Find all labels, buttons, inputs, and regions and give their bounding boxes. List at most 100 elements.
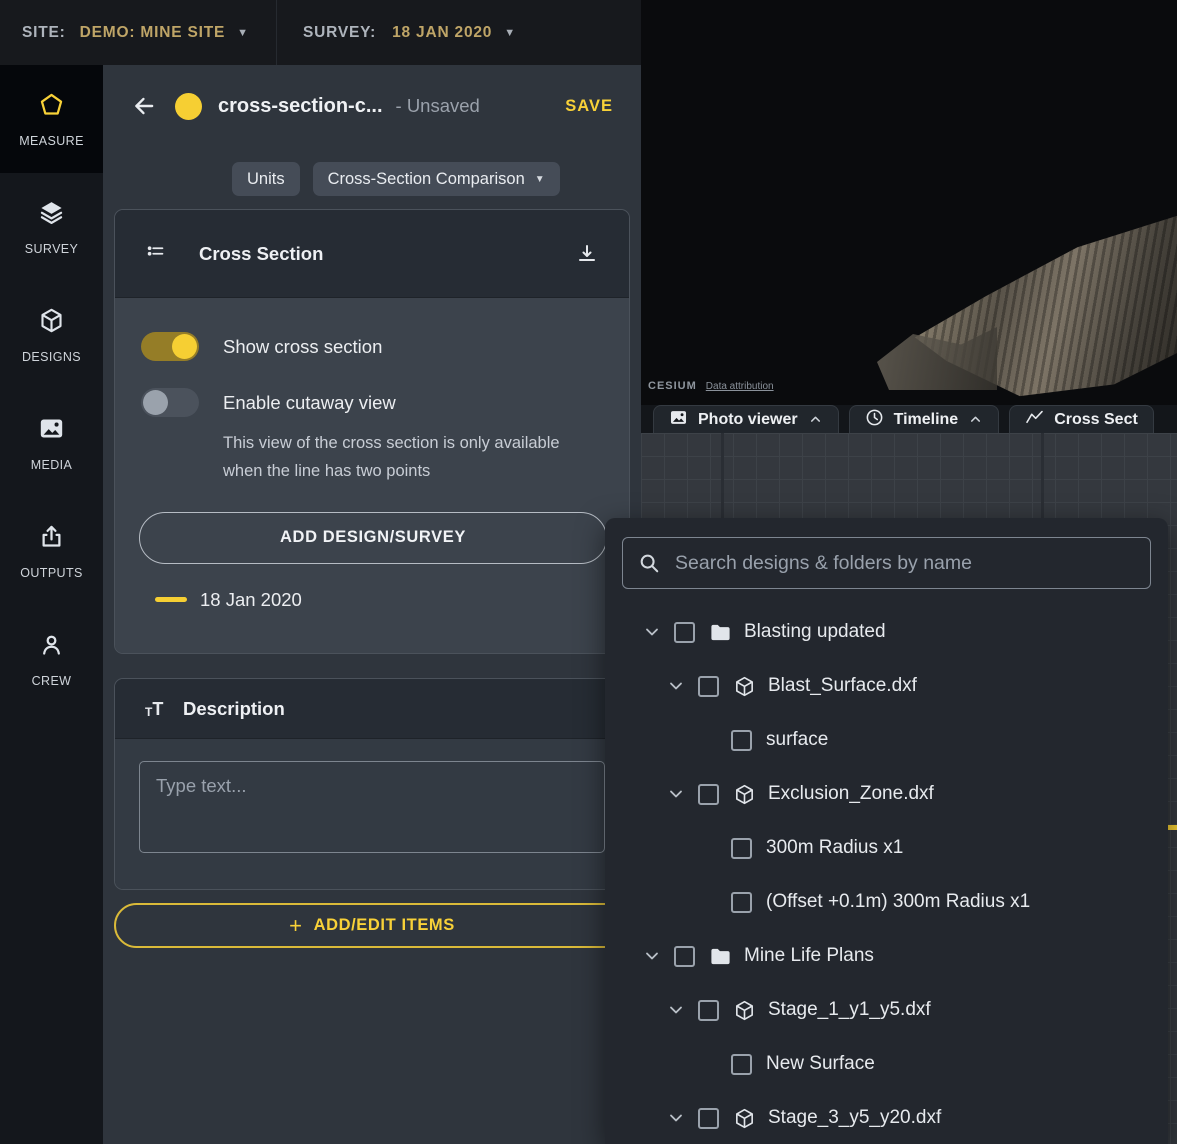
unsaved-status: - Unsaved <box>396 95 480 117</box>
sidebar-item-crew[interactable]: CREW <box>0 605 103 713</box>
search-input[interactable] <box>623 538 1150 588</box>
layers-icon <box>38 199 65 231</box>
survey-line-swatch <box>155 597 187 602</box>
data-attribution-link[interactable]: Data attribution <box>706 381 774 392</box>
measure-detail-panel: cross-section-c... - Unsaved SAVE Units … <box>103 65 641 1144</box>
sidebar-item-designs[interactable]: DESIGNS <box>0 281 103 389</box>
chevron-up-icon <box>968 412 983 427</box>
checkbox[interactable] <box>698 784 719 805</box>
checkbox[interactable] <box>698 1108 719 1129</box>
checkbox[interactable] <box>674 622 695 643</box>
units-row: Units Cross-Section Comparison ▼ <box>232 162 560 196</box>
chevron-down-icon[interactable] <box>665 676 687 696</box>
tree-item-label: Blasting updated <box>744 621 886 643</box>
add-design-survey-button[interactable]: ADD DESIGN/SURVEY <box>139 512 607 564</box>
checkbox[interactable] <box>731 892 752 913</box>
save-button[interactable]: SAVE <box>565 97 613 116</box>
sidebar-item-label: OUTPUTS <box>20 566 83 580</box>
chevron-down-icon: ▼ <box>535 174 545 185</box>
chevron-down-icon[interactable] <box>641 622 663 642</box>
comparison-dropdown-label: Cross-Section Comparison <box>328 170 525 189</box>
tab-cross-section[interactable]: Cross Sect <box>1009 405 1154 433</box>
card-title: Cross Section <box>199 243 323 265</box>
text-icon <box>145 700 171 718</box>
checkbox[interactable] <box>731 730 752 751</box>
dock-tab-bar: Photo viewer Timeline Cross Sect <box>641 405 1177 433</box>
tree-item-label: surface <box>766 729 828 751</box>
panel-header: cross-section-c... - Unsaved SAVE <box>103 83 641 129</box>
show-cross-section-toggle[interactable] <box>141 332 199 361</box>
sidebar-item-measure[interactable]: MEASURE <box>0 65 103 173</box>
download-icon[interactable] <box>575 242 599 266</box>
site-value: DEMO: MINE SITE <box>80 24 225 42</box>
measurement-title: cross-section-c... <box>218 95 383 118</box>
chevron-down-icon[interactable] <box>665 1108 687 1128</box>
site-selector[interactable]: DEMO: MINE SITE ▼ <box>80 24 248 42</box>
tree-item-design[interactable]: Blast_Surface.dxf <box>605 659 1168 713</box>
checkbox[interactable] <box>674 946 695 967</box>
survey-selector[interactable]: 18 JAN 2020 ▼ <box>392 24 515 42</box>
tab-timeline[interactable]: Timeline <box>849 405 1000 433</box>
tree-item-layer[interactable]: New Surface <box>605 1037 1168 1091</box>
back-arrow-icon[interactable] <box>131 93 157 119</box>
sidebar-item-survey[interactable]: SURVEY <box>0 173 103 281</box>
tree-item-label: New Surface <box>766 1053 875 1075</box>
tab-label: Cross Sect <box>1054 411 1138 429</box>
pentagon-measure-icon <box>38 91 65 123</box>
units-button[interactable]: Units <box>232 162 300 196</box>
description-input[interactable] <box>139 761 605 853</box>
tree-item-layer[interactable]: 300m Radius x1 <box>605 821 1168 875</box>
add-edit-items-button[interactable]: + ADD/EDIT ITEMS <box>114 903 630 948</box>
export-icon <box>38 523 65 555</box>
tree-item-design[interactable]: Exclusion_Zone.dxf <box>605 767 1168 821</box>
cross-section-chart-icon <box>1025 408 1044 432</box>
toggle-label: Show cross section <box>223 336 382 358</box>
description-card: Description <box>114 678 630 890</box>
tree-item-label: Blast_Surface.dxf <box>768 675 917 697</box>
sidebar-item-outputs[interactable]: OUTPUTS <box>0 497 103 605</box>
photo-icon <box>669 408 688 432</box>
image-icon <box>38 415 65 447</box>
tree-item-label: Stage_1_y1_y5.dxf <box>768 999 931 1021</box>
tree-item-design[interactable]: Stage_3_y5_y20.dxf <box>605 1091 1168 1144</box>
cutaway-help-text: This view of the cross section is only a… <box>223 429 599 486</box>
description-card-header: Description <box>115 679 629 739</box>
tree-item-label: 300m Radius x1 <box>766 837 903 859</box>
cube-icon <box>38 307 65 339</box>
chevron-down-icon[interactable] <box>665 784 687 804</box>
cesium-3d-scene[interactable]: CESIUM Data attribution <box>641 0 1177 405</box>
sidebar-item-label: MEASURE <box>19 134 84 148</box>
checkbox[interactable] <box>731 1054 752 1075</box>
checkbox[interactable] <box>731 838 752 859</box>
enable-cutaway-toggle[interactable] <box>141 388 199 417</box>
sidebar-item-label: CREW <box>32 674 72 688</box>
chevron-down-icon: ▼ <box>504 27 515 39</box>
measurement-color-swatch[interactable] <box>175 93 202 120</box>
survey-list-item[interactable]: 18 Jan 2020 <box>155 589 605 611</box>
drag-handle-icon[interactable] <box>145 240 167 267</box>
survey-value: 18 JAN 2020 <box>392 24 492 42</box>
design-cube-icon <box>733 675 757 698</box>
tree-item-layer[interactable]: (Offset +0.1m) 300m Radius x1 <box>605 875 1168 929</box>
chevron-down-icon: ▼ <box>237 27 248 39</box>
app-root: CESIUM Data attribution Photo viewer Tim… <box>0 0 1177 1144</box>
checkbox[interactable] <box>698 1000 719 1021</box>
chevron-down-icon[interactable] <box>665 1000 687 1020</box>
tree-item-folder[interactable]: Mine Life Plans <box>605 929 1168 983</box>
tree-item-label: Exclusion_Zone.dxf <box>768 783 934 805</box>
tree-item-folder[interactable]: Blasting updated <box>605 605 1168 659</box>
search-field[interactable] <box>622 537 1151 589</box>
search-icon <box>638 552 660 574</box>
chevron-up-icon <box>808 412 823 427</box>
site-label: SITE: <box>22 24 66 42</box>
tree-item-layer[interactable]: surface <box>605 713 1168 767</box>
chevron-down-icon[interactable] <box>641 946 663 966</box>
checkbox[interactable] <box>698 676 719 697</box>
tab-photo-viewer[interactable]: Photo viewer <box>653 405 839 433</box>
design-tree: Blasting updated Blast_Surface.dxf surfa… <box>605 589 1168 1144</box>
folder-icon <box>709 621 733 644</box>
tree-item-design[interactable]: Stage_1_y1_y5.dxf <box>605 983 1168 1037</box>
cross-section-card-body: Show cross section Enable cutaway view T… <box>115 298 629 654</box>
sidebar-item-media[interactable]: MEDIA <box>0 389 103 497</box>
comparison-dropdown[interactable]: Cross-Section Comparison ▼ <box>313 162 560 196</box>
